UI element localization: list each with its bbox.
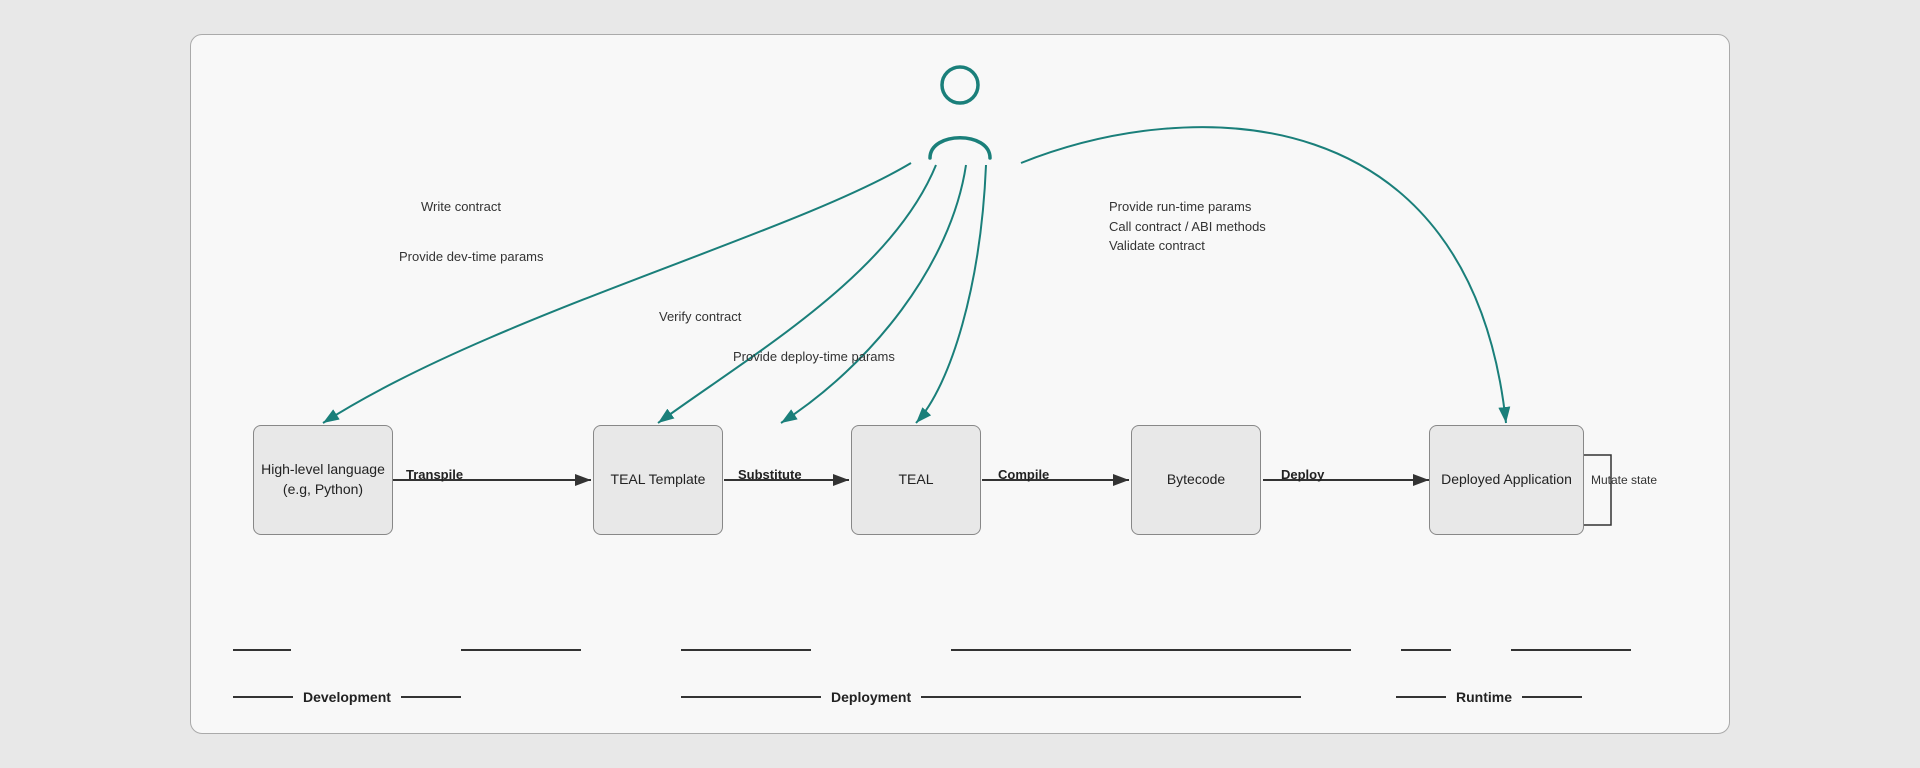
phase-runtime: Runtime (1396, 689, 1582, 705)
phase-dep-line-left (681, 696, 821, 698)
annotation-provide-deploy-time: Provide deploy-time params (733, 347, 895, 367)
box-teal-template: TEAL Template (593, 425, 723, 535)
box-teal: TEAL (851, 425, 981, 535)
phase-dep-label: Deployment (821, 689, 921, 705)
phase-run-label: Runtime (1446, 689, 1522, 705)
person-icon (925, 63, 995, 163)
phase-dev-line-left (233, 696, 293, 698)
box-deployed-app: Deployed Application (1429, 425, 1584, 535)
mutate-state-label: Mutate state (1591, 473, 1657, 487)
box-high-level: High-level language (e.g, Python) (253, 425, 393, 535)
label-deploy: Deploy (1281, 467, 1324, 482)
phase-run-line-right (1522, 696, 1582, 698)
annotation-provide-dev-time: Provide dev-time params (399, 247, 544, 267)
phase-deployment: Deployment (681, 689, 1301, 705)
phase-run-line-left (1396, 696, 1446, 698)
phase-dev-line-right (401, 696, 461, 698)
annotation-verify-contract: Verify contract (659, 307, 741, 327)
annotation-runtime-actions: Provide run-time params Call contract / … (1109, 197, 1266, 256)
label-transpile: Transpile (406, 467, 463, 482)
annotation-write-contract: Write contract (421, 197, 501, 217)
box-bytecode: Bytecode (1131, 425, 1261, 535)
label-substitute: Substitute (738, 467, 802, 482)
diagram-container: High-level language (e.g, Python) TEAL T… (190, 34, 1730, 734)
phase-dep-line-right (921, 696, 1301, 698)
label-compile: Compile (998, 467, 1049, 482)
phase-dev-label: Development (293, 689, 401, 705)
phase-development: Development (233, 689, 461, 705)
